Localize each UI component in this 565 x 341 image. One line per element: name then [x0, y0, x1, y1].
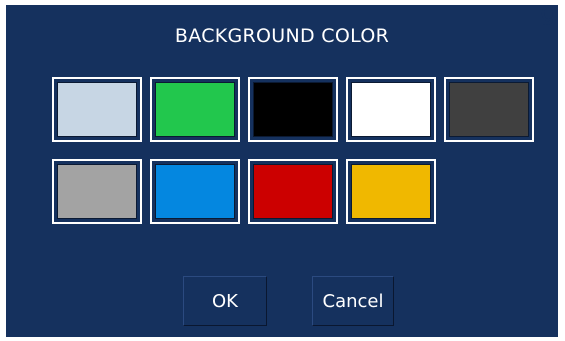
swatch-blue[interactable]	[150, 159, 240, 224]
corner-glyph-icon: g	[540, 5, 558, 25]
swatch-fill	[155, 82, 235, 137]
swatch-fill	[57, 164, 137, 219]
swatch-fill	[351, 82, 431, 137]
swatch-fill	[253, 164, 333, 219]
background-color-dialog: g BACKGROUND COLOR OK Cancel	[6, 5, 558, 337]
dialog-title: BACKGROUND COLOR	[174, 25, 390, 47]
swatch-green[interactable]	[150, 77, 240, 142]
swatch-dark-gray[interactable]	[444, 77, 534, 142]
swatch-black[interactable]	[248, 77, 338, 142]
swatch-yellow[interactable]	[346, 159, 436, 224]
swatch-fill	[155, 164, 235, 219]
swatch-white[interactable]	[346, 77, 436, 142]
swatch-light-blue[interactable]	[52, 77, 142, 142]
color-swatch-grid	[52, 77, 534, 224]
cancel-button[interactable]: Cancel	[312, 276, 394, 326]
swatch-red[interactable]	[248, 159, 338, 224]
swatch-fill	[253, 82, 333, 137]
ok-button[interactable]: OK	[183, 276, 267, 326]
swatch-fill	[351, 164, 431, 219]
swatch-fill	[57, 82, 137, 137]
swatch-fill	[449, 82, 529, 137]
swatch-gray[interactable]	[52, 159, 142, 224]
